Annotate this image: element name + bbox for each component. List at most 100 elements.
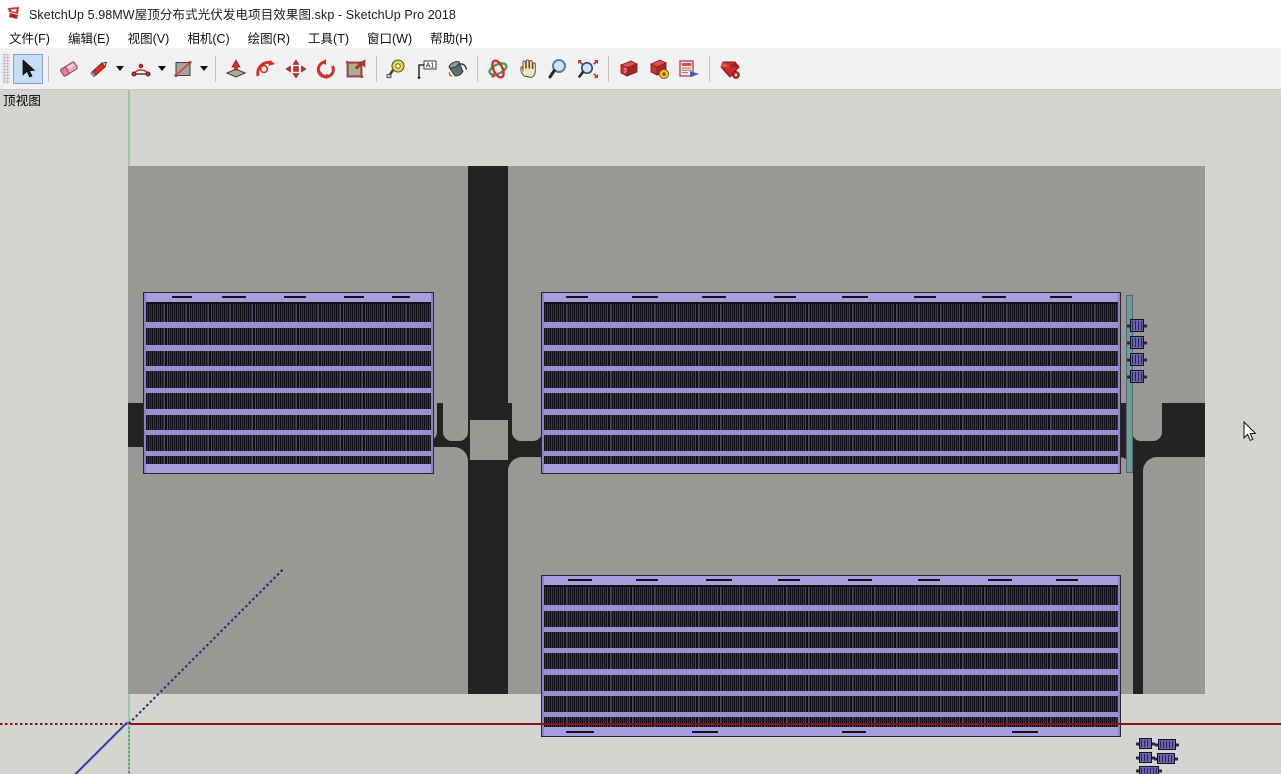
inverter-vents	[1132, 338, 1142, 347]
menu-draw[interactable]: 绘图(R)	[248, 26, 299, 49]
svg-text:A1: A1	[426, 62, 435, 69]
pv-row-gap	[144, 302, 433, 304]
equipment-unit[interactable]	[1139, 766, 1159, 774]
pv-right-edge	[431, 293, 433, 473]
move-tool[interactable]	[281, 54, 311, 84]
pv-right-edge	[1118, 293, 1120, 473]
pv-row-band	[542, 388, 1120, 393]
pv-row-band	[144, 366, 433, 371]
tape-measure-tool[interactable]	[382, 54, 412, 84]
menu-bar: 文件(F) 编辑(E) 视图(V) 相机(C) 绘图(R) 工具(T) 窗口(W…	[0, 26, 1281, 48]
menu-window[interactable]: 窗口(W)	[367, 26, 421, 49]
pv-row-band	[542, 322, 1120, 328]
equipment-unit[interactable]	[1139, 752, 1152, 763]
push-pull-tool[interactable]	[221, 54, 251, 84]
toolbar-separator	[709, 55, 710, 82]
inverter-unit[interactable]	[1130, 319, 1144, 332]
menu-view[interactable]: 视图(V)	[128, 26, 179, 49]
axis-red-positive	[128, 723, 1281, 725]
arc-tool[interactable]	[126, 54, 156, 84]
equipment-unit[interactable]	[1158, 739, 1176, 750]
inverter-unit[interactable]	[1130, 370, 1144, 383]
scale-tool[interactable]	[341, 54, 371, 84]
zoom-tool[interactable]	[543, 54, 573, 84]
main-toolbar: A1 3	[0, 48, 1281, 90]
inverter-vents	[1132, 321, 1142, 330]
pv-array-lower-right[interactable]	[542, 576, 1120, 736]
pv-left-edge	[542, 293, 544, 473]
rectangle-tool[interactable]	[168, 54, 198, 84]
menu-file[interactable]: 文件(F)	[9, 26, 59, 49]
ruby-console-button[interactable]	[715, 54, 745, 84]
toolbar-separator	[215, 55, 216, 82]
pv-row-band	[542, 409, 1120, 415]
toolbar-separator	[608, 55, 609, 82]
pv-top-edge	[542, 293, 1120, 302]
orbit-tool[interactable]	[483, 54, 513, 84]
equipment-vents	[1141, 740, 1150, 747]
window-title: SketchUp 5.98MW屋顶分布式光伏发电项目效果图.skp - Sket…	[29, 7, 456, 22]
model-viewport[interactable]: 2007 阳光工匠光伏论坛 BBS. 21SPV. COM	[0, 90, 1281, 774]
view-label: 顶视图	[3, 94, 42, 108]
pv-row-band	[542, 691, 1120, 696]
equipment-vents	[1160, 741, 1174, 748]
pv-row-band	[144, 430, 433, 435]
pv-column-separators	[144, 293, 433, 473]
equipment-unit[interactable]	[1157, 753, 1175, 764]
pencil-dropdown-arrow[interactable]	[114, 54, 126, 84]
pv-array-upper-left[interactable]	[144, 293, 433, 473]
axis-red-negative	[0, 723, 128, 725]
equipment-vents	[1141, 754, 1150, 761]
pv-column-separators	[542, 293, 1120, 473]
inverter-unit[interactable]	[1130, 336, 1144, 349]
title-bar: SketchUp 5.98MW屋顶分布式光伏发电项目效果图.skp - Sket…	[0, 0, 1281, 26]
pv-top-edge	[542, 576, 1120, 585]
inverter-unit[interactable]	[1130, 353, 1144, 366]
pv-row-band	[144, 345, 433, 351]
layout-export-button[interactable]	[674, 54, 704, 84]
extension-warehouse-button[interactable]	[644, 54, 674, 84]
toolbar-grip[interactable]	[2, 53, 10, 84]
paint-bucket-tool[interactable]	[442, 54, 472, 84]
rectangle-dropdown-arrow[interactable]	[198, 54, 210, 84]
toolbar-separator	[477, 55, 478, 82]
pv-row-band	[542, 430, 1120, 435]
menu-camera[interactable]: 相机(C)	[187, 26, 238, 49]
pv-row-band	[542, 605, 1120, 611]
pv-row-band	[144, 409, 433, 415]
mouse-cursor	[1243, 420, 1257, 442]
arc-dropdown-arrow[interactable]	[156, 54, 168, 84]
pv-row-band	[542, 669, 1120, 675]
text-label-tool[interactable]: A1	[412, 54, 442, 84]
roof-block-lower-far-right	[1143, 457, 1205, 694]
pencil-line-tool[interactable]	[84, 54, 114, 84]
eraser-tool[interactable]	[54, 54, 84, 84]
pv-left-edge	[542, 576, 544, 736]
menu-help[interactable]: 帮助(H)	[430, 26, 481, 49]
pv-array-upper-right[interactable]	[542, 293, 1120, 473]
toolbar-separator	[376, 55, 377, 82]
pv-right-edge	[1118, 576, 1120, 736]
sketchup-icon	[7, 6, 22, 21]
select-arrow-tool[interactable]	[13, 53, 43, 84]
3d-warehouse-button[interactable]: 3	[614, 54, 644, 84]
roof-block-lower-left	[128, 447, 468, 694]
pv-bottom-edge	[542, 464, 1120, 473]
equipment-vents	[1141, 768, 1157, 774]
rotate-tool[interactable]	[311, 54, 341, 84]
roof-connector-strip	[470, 420, 508, 460]
zoom-extents-tool[interactable]	[573, 54, 603, 84]
pv-bottom-edge	[144, 464, 433, 473]
follow-me-tool[interactable]	[251, 54, 281, 84]
pv-row-band	[542, 366, 1120, 371]
inverter-vents	[1132, 372, 1142, 381]
inverter-vents	[1132, 355, 1142, 364]
pv-row-band	[144, 322, 433, 328]
pan-hand-tool[interactable]	[513, 54, 543, 84]
equipment-unit[interactable]	[1139, 738, 1152, 749]
pv-row-band	[144, 451, 433, 456]
menu-edit[interactable]: 编辑(E)	[68, 26, 119, 49]
pv-row-band	[542, 345, 1120, 351]
menu-tools[interactable]: 工具(T)	[308, 26, 358, 49]
pv-row-band	[144, 388, 433, 393]
